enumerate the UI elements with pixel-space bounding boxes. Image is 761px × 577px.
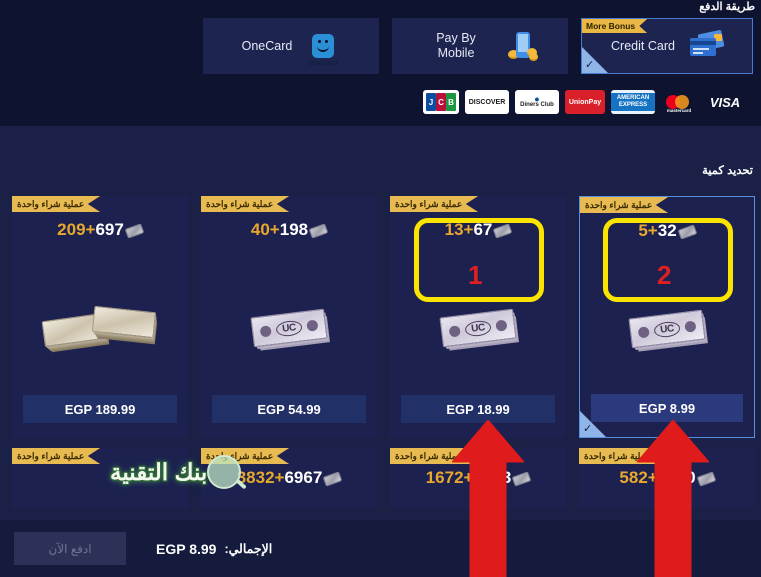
pack-plus-sign: + bbox=[274, 468, 285, 487]
pack-price[interactable]: EGP 18.99 bbox=[401, 395, 555, 423]
amex-logo-icon: AMERICAN EXPRESS bbox=[611, 90, 655, 114]
pack-bonus-amount: 6967 bbox=[284, 468, 323, 487]
one-time-purchase-ribbon: عملية شراء واحدة bbox=[201, 196, 290, 212]
total-label: الإجمالي: bbox=[224, 542, 273, 556]
payment-method-label: Pay By Mobile bbox=[436, 31, 476, 60]
pack-price[interactable]: EGP 189.99 bbox=[23, 395, 177, 423]
check-icon: ✓ bbox=[585, 59, 595, 71]
unionpay-logo-icon: UnionPay bbox=[565, 90, 605, 114]
checkout-screen: طريقة الدفع OneCard OneCard Pay By Mobil… bbox=[0, 0, 761, 577]
credit-card-icon bbox=[689, 29, 725, 63]
pay-now-button[interactable]: ادفع الآن bbox=[14, 532, 126, 565]
pack-card-209[interactable]: عملية شراء واحدة 209+697 EGP 189.99 bbox=[12, 196, 188, 438]
jcb-logo-icon: JCB bbox=[423, 90, 459, 114]
annotation-number-2: 2 bbox=[657, 260, 672, 290]
order-total: الإجمالي: EGP 8.99 bbox=[156, 532, 272, 565]
mastercard-logo-icon: mastercard bbox=[661, 90, 697, 114]
pack-bonus-amount: 198 bbox=[279, 220, 309, 239]
pack-plus-sign: + bbox=[85, 220, 96, 239]
pack-card-5[interactable]: عملية شراء واحدة 5+32 UC EGP 8.99 ✓ bbox=[579, 196, 755, 438]
uc-ticket-icon bbox=[493, 222, 513, 239]
quantity-section-title: تحديد كمية bbox=[702, 165, 753, 177]
mobile-phone-coins-icon bbox=[506, 29, 540, 63]
pack-card-40[interactable]: عملية شراء واحدة 40+198 UC EGP 54.99 bbox=[201, 196, 377, 438]
pack-base-amount: 209 bbox=[57, 220, 86, 239]
uc-ticket-icon bbox=[308, 222, 329, 239]
annotation-number-1: 1 bbox=[468, 260, 483, 290]
pack-card-13[interactable]: عملية شراء واحدة 13+67 UC EGP 18.99 bbox=[390, 196, 566, 438]
visa-logo-icon: VISA bbox=[703, 90, 747, 114]
accepted-card-brands: JCB DISCOVER ● Diners Club UnionPay AMER… bbox=[0, 78, 761, 126]
watermark: بنك التقنية bbox=[110, 455, 243, 489]
uc-bill-icon: UC bbox=[390, 292, 566, 364]
diners-club-logo-icon: ● Diners Club bbox=[515, 90, 559, 114]
uc-ticket-icon bbox=[323, 470, 343, 487]
pack-bonus-amount: 67 bbox=[473, 220, 493, 239]
pack-plus-sign: + bbox=[463, 220, 474, 239]
one-time-purchase-ribbon: عملية شراء واحدة bbox=[580, 197, 669, 213]
total-value: EGP 8.99 bbox=[156, 540, 217, 557]
pack-bonus-amount: 32 bbox=[657, 221, 677, 240]
payment-method-credit-card[interactable]: More Bonus ✓ Credit Card bbox=[581, 18, 753, 74]
one-time-purchase-ribbon: عملية شراء واحدة bbox=[390, 196, 479, 212]
payment-method-label: OneCard bbox=[241, 38, 293, 53]
uc-bill-icon: UC bbox=[580, 293, 754, 365]
uc-ticket-icon bbox=[124, 222, 145, 239]
more-bonus-ribbon: More Bonus bbox=[582, 19, 648, 33]
annotation-arrow-2 bbox=[635, 419, 711, 577]
one-time-purchase-ribbon: عملية شراء واحدة bbox=[12, 448, 101, 464]
pack-price[interactable]: EGP 8.99 bbox=[591, 394, 743, 422]
uc-ticket-icon bbox=[677, 223, 697, 240]
uc-bill-icon: UC bbox=[201, 292, 377, 364]
top-strip bbox=[0, 0, 761, 14]
pack-bonus-amount: 697 bbox=[95, 220, 124, 239]
check-icon: ✓ bbox=[583, 423, 593, 435]
one-time-purchase-ribbon: عملية شراء واحدة bbox=[12, 196, 101, 212]
pack-base-amount: 13 bbox=[444, 220, 464, 239]
pack-amount: 5+32 bbox=[580, 221, 754, 241]
magnifier-icon bbox=[207, 455, 242, 489]
payment-method-pay-by-mobile[interactable]: Pay By Mobile bbox=[392, 18, 568, 74]
pack-price[interactable]: EGP 54.99 bbox=[212, 395, 366, 423]
payment-methods-row: OneCard OneCard Pay By Mobile More Bonus… bbox=[0, 14, 761, 78]
pack-amount: 40+198 bbox=[201, 220, 377, 240]
pack-amount: 209+697 bbox=[12, 220, 188, 240]
discover-logo-icon: DISCOVER bbox=[465, 90, 509, 114]
pack-plus-sign: + bbox=[647, 221, 658, 240]
payment-section-title: طريقة الدفع bbox=[699, 1, 755, 13]
payment-method-onecard[interactable]: OneCard OneCard bbox=[203, 18, 379, 74]
uc-cash-stack-icon bbox=[12, 292, 188, 364]
pack-amount: 13+67 bbox=[390, 220, 566, 240]
payment-method-label: Credit Card bbox=[611, 38, 675, 53]
pack-base-amount: 40 bbox=[250, 220, 270, 239]
annotation-arrow-1 bbox=[450, 419, 526, 577]
onecard-logo-icon: OneCard bbox=[306, 29, 340, 67]
watermark-text: بنك التقنية bbox=[110, 458, 208, 485]
pack-plus-sign: + bbox=[269, 220, 280, 239]
pack-base-amount: 5 bbox=[638, 221, 648, 240]
